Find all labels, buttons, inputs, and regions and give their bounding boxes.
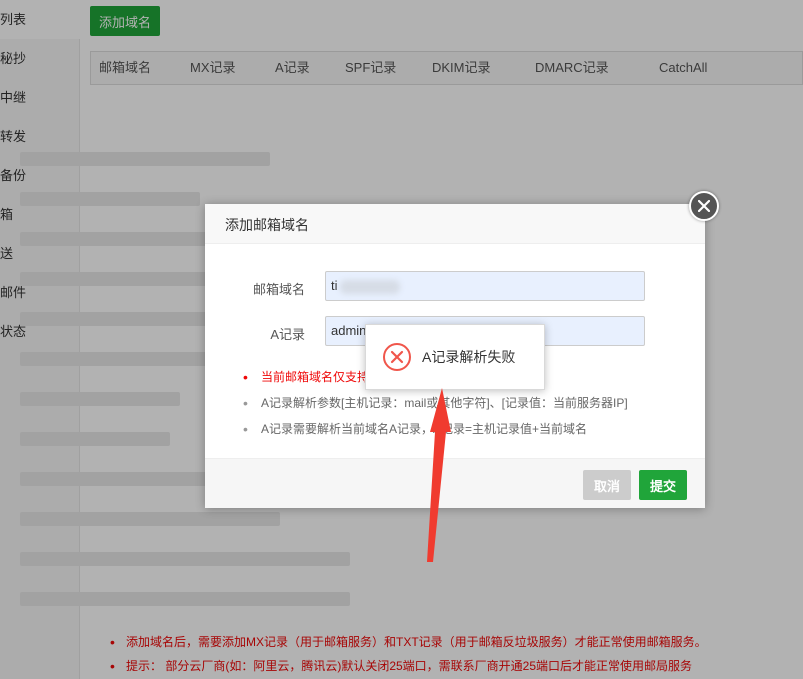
error-x-icon (383, 343, 411, 371)
dialog-footer: 取消 提交 (205, 458, 705, 508)
submit-button[interactable]: 提交 (639, 470, 687, 500)
a-record-input-value: admin (331, 323, 367, 338)
cancel-button[interactable]: 取消 (583, 470, 631, 500)
close-icon (698, 200, 710, 212)
dialog-title: 添加邮箱域名 (225, 217, 309, 233)
dialog-header: 添加邮箱域名 (205, 204, 705, 244)
error-toast: A记录解析失败 (365, 324, 545, 390)
help-item: A记录需要解析当前域名A记录，A记录=主机记录值+当前域名 (243, 416, 683, 442)
domain-input-value: ti (331, 278, 338, 293)
redaction-mask (340, 280, 400, 294)
dialog-close-button[interactable] (689, 191, 719, 221)
toast-message: A记录解析失败 (422, 349, 516, 365)
a-record-field-label: A记录 (270, 327, 305, 342)
domain-input[interactable]: ti (325, 271, 645, 301)
help-item: A记录解析参数[主机记录：mail或其他字符]、[记录值：当前服务器IP] (243, 390, 683, 416)
domain-field-label: 邮箱域名 (252, 282, 305, 297)
